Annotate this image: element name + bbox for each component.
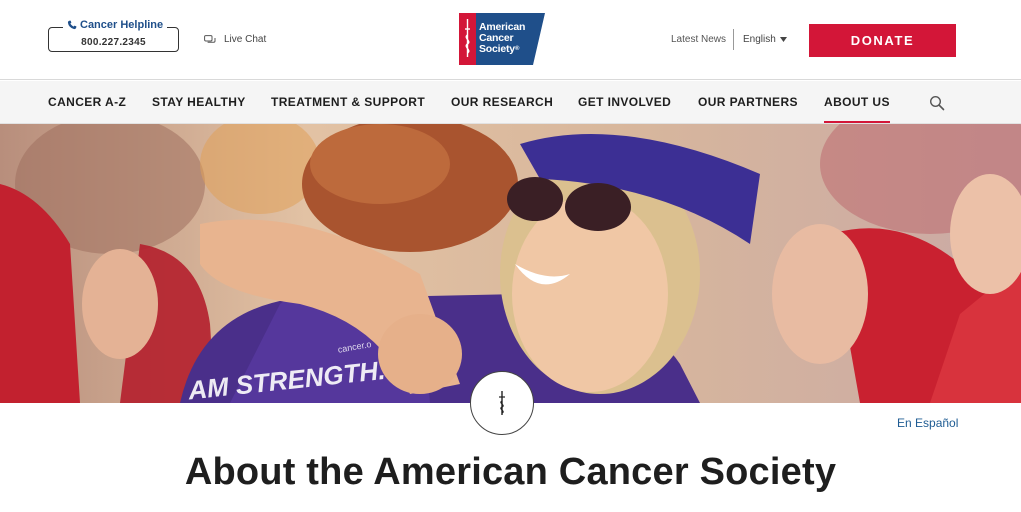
acs-logo[interactable]: American Cancer Society® (459, 13, 545, 65)
sword-emblem-icon (499, 391, 505, 415)
search-icon[interactable] (929, 95, 945, 111)
nav-item-stay-healthy[interactable]: STAY HEALTHY (152, 81, 246, 124)
helpline-label-wrap: Cancer Helpline (63, 19, 168, 31)
en-espanol-link[interactable]: En Español (897, 416, 958, 430)
header-divider (733, 29, 734, 50)
emblem-badge (470, 371, 534, 435)
utility-header: Cancer Helpline 800.227.2345 Live Chat A… (0, 0, 1021, 80)
language-selector[interactable]: English (743, 34, 787, 45)
donate-button[interactable]: DONATE (809, 24, 956, 57)
live-chat-link[interactable]: Live Chat (204, 34, 266, 45)
nav-item-cancer-a-z[interactable]: CANCER A-Z (48, 81, 126, 124)
nav-item-get-involved[interactable]: GET INVOLVED (578, 81, 671, 124)
logo-wordmark: American Cancer Society® (479, 22, 539, 55)
helpline-number[interactable]: 800.227.2345 (49, 37, 178, 48)
phone-icon (67, 20, 77, 30)
nav-item-treatment-support[interactable]: TREATMENT & SUPPORT (271, 81, 425, 124)
page-title: About the American Cancer Society (184, 451, 837, 493)
logo-word-3-text: Society (479, 43, 515, 55)
hero-illustration: AM STRENGTH. cancer.o (0, 124, 1021, 403)
caret-down-icon (779, 37, 787, 42)
nav-item-about-us[interactable]: ABOUT US (824, 81, 890, 124)
nav-item-our-partners[interactable]: OUR PARTNERS (698, 81, 798, 124)
live-chat-label: Live Chat (224, 34, 267, 45)
chat-icon (204, 34, 216, 43)
logo-word-3: Society® (479, 44, 539, 55)
language-label: English (743, 34, 776, 45)
main-nav: CANCER A-Z STAY HEALTHY TREATMENT & SUPP… (0, 81, 1021, 124)
hero-image: AM STRENGTH. cancer.o (0, 124, 1021, 403)
cancer-helpline-box[interactable]: Cancer Helpline 800.227.2345 (48, 19, 179, 52)
nav-item-our-research[interactable]: OUR RESEARCH (451, 81, 553, 124)
latest-news-link[interactable]: Latest News (671, 34, 726, 45)
logo-registered-mark: ® (514, 46, 520, 52)
helpline-label: Cancer Helpline (80, 19, 164, 31)
